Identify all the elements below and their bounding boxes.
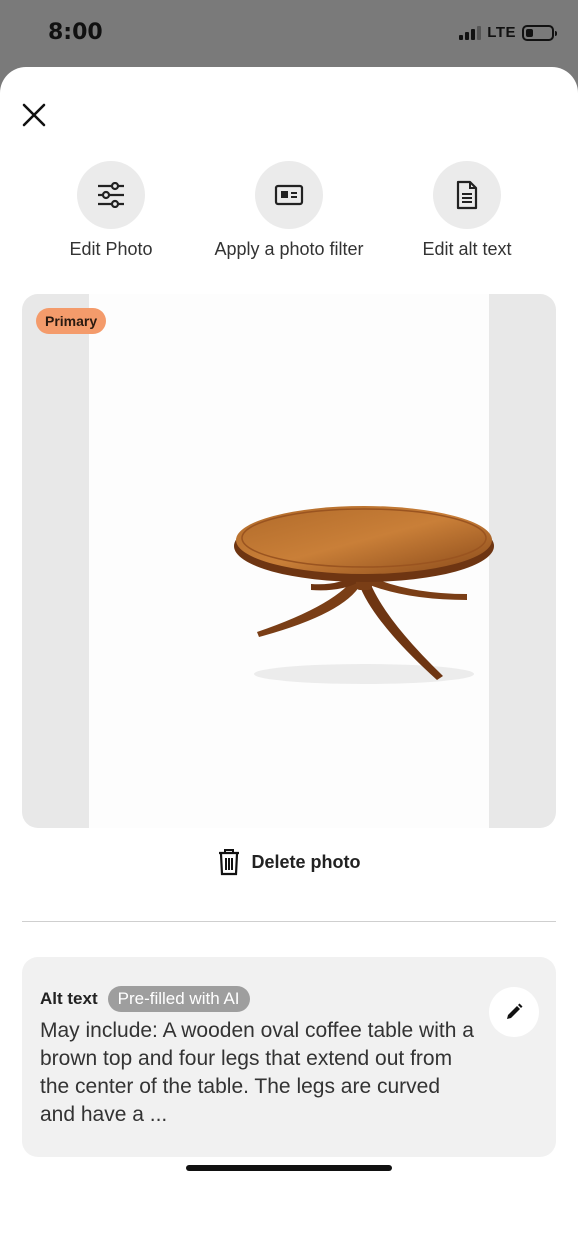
- photo-image-area: [89, 294, 494, 828]
- trash-icon: [219, 849, 240, 876]
- close-icon: [22, 103, 46, 127]
- filter-icon: [274, 184, 304, 206]
- signal-icon: [459, 25, 482, 40]
- edit-photo-label: Edit Photo: [69, 239, 153, 259]
- photo-edit-sheet: Edit Photo Apply a photo filter Edit alt…: [0, 67, 578, 1250]
- apply-filter-label: Apply a photo filter: [214, 239, 364, 259]
- alt-text-card[interactable]: Alt text Pre-filled with AI May include:…: [22, 957, 556, 1157]
- edit-photo-button[interactable]: Edit Photo: [11, 161, 211, 260]
- edit-alt-text-pencil-button[interactable]: [489, 987, 539, 1037]
- delete-photo-label: Delete photo: [251, 851, 361, 872]
- apply-filter-icon-circle: [255, 161, 323, 229]
- pencil-icon: [507, 1003, 523, 1019]
- ai-prefilled-badge: Pre-filled with AI: [107, 986, 250, 1012]
- edit-photo-icon-circle: [77, 161, 145, 229]
- alt-text-body: May include: A wooden oval coffee table …: [40, 1019, 474, 1126]
- edit-alt-text-label: Edit alt text: [422, 239, 512, 259]
- apply-filter-button[interactable]: Apply a photo filter: [189, 161, 389, 260]
- edit-alt-text-icon-circle: [433, 161, 501, 229]
- primary-badge: Primary: [36, 308, 107, 334]
- sliders-icon: [98, 182, 124, 208]
- home-indicator: [186, 1165, 392, 1171]
- document-icon: [456, 180, 478, 210]
- battery-level: [526, 28, 534, 37]
- delete-photo-button[interactable]: Delete photo: [0, 845, 578, 879]
- status-bar: 8:00 LTE: [0, 0, 578, 68]
- network-label: LTE: [487, 24, 516, 41]
- status-indicators: LTE: [459, 24, 557, 41]
- alt-text-title: Alt text: [40, 989, 98, 1008]
- divider: [22, 921, 556, 922]
- battery-icon: [522, 24, 557, 41]
- close-button[interactable]: [18, 99, 50, 131]
- status-time: 8:00: [48, 20, 103, 45]
- coffee-table-image: [234, 506, 494, 684]
- photo-preview[interactable]: Primary: [22, 294, 556, 828]
- alt-text-header: Alt text Pre-filled with AI: [40, 986, 250, 1012]
- photo-actions: Edit Photo Apply a photo filter Edit alt…: [0, 161, 578, 271]
- edit-alt-text-button[interactable]: Edit alt text: [367, 161, 567, 260]
